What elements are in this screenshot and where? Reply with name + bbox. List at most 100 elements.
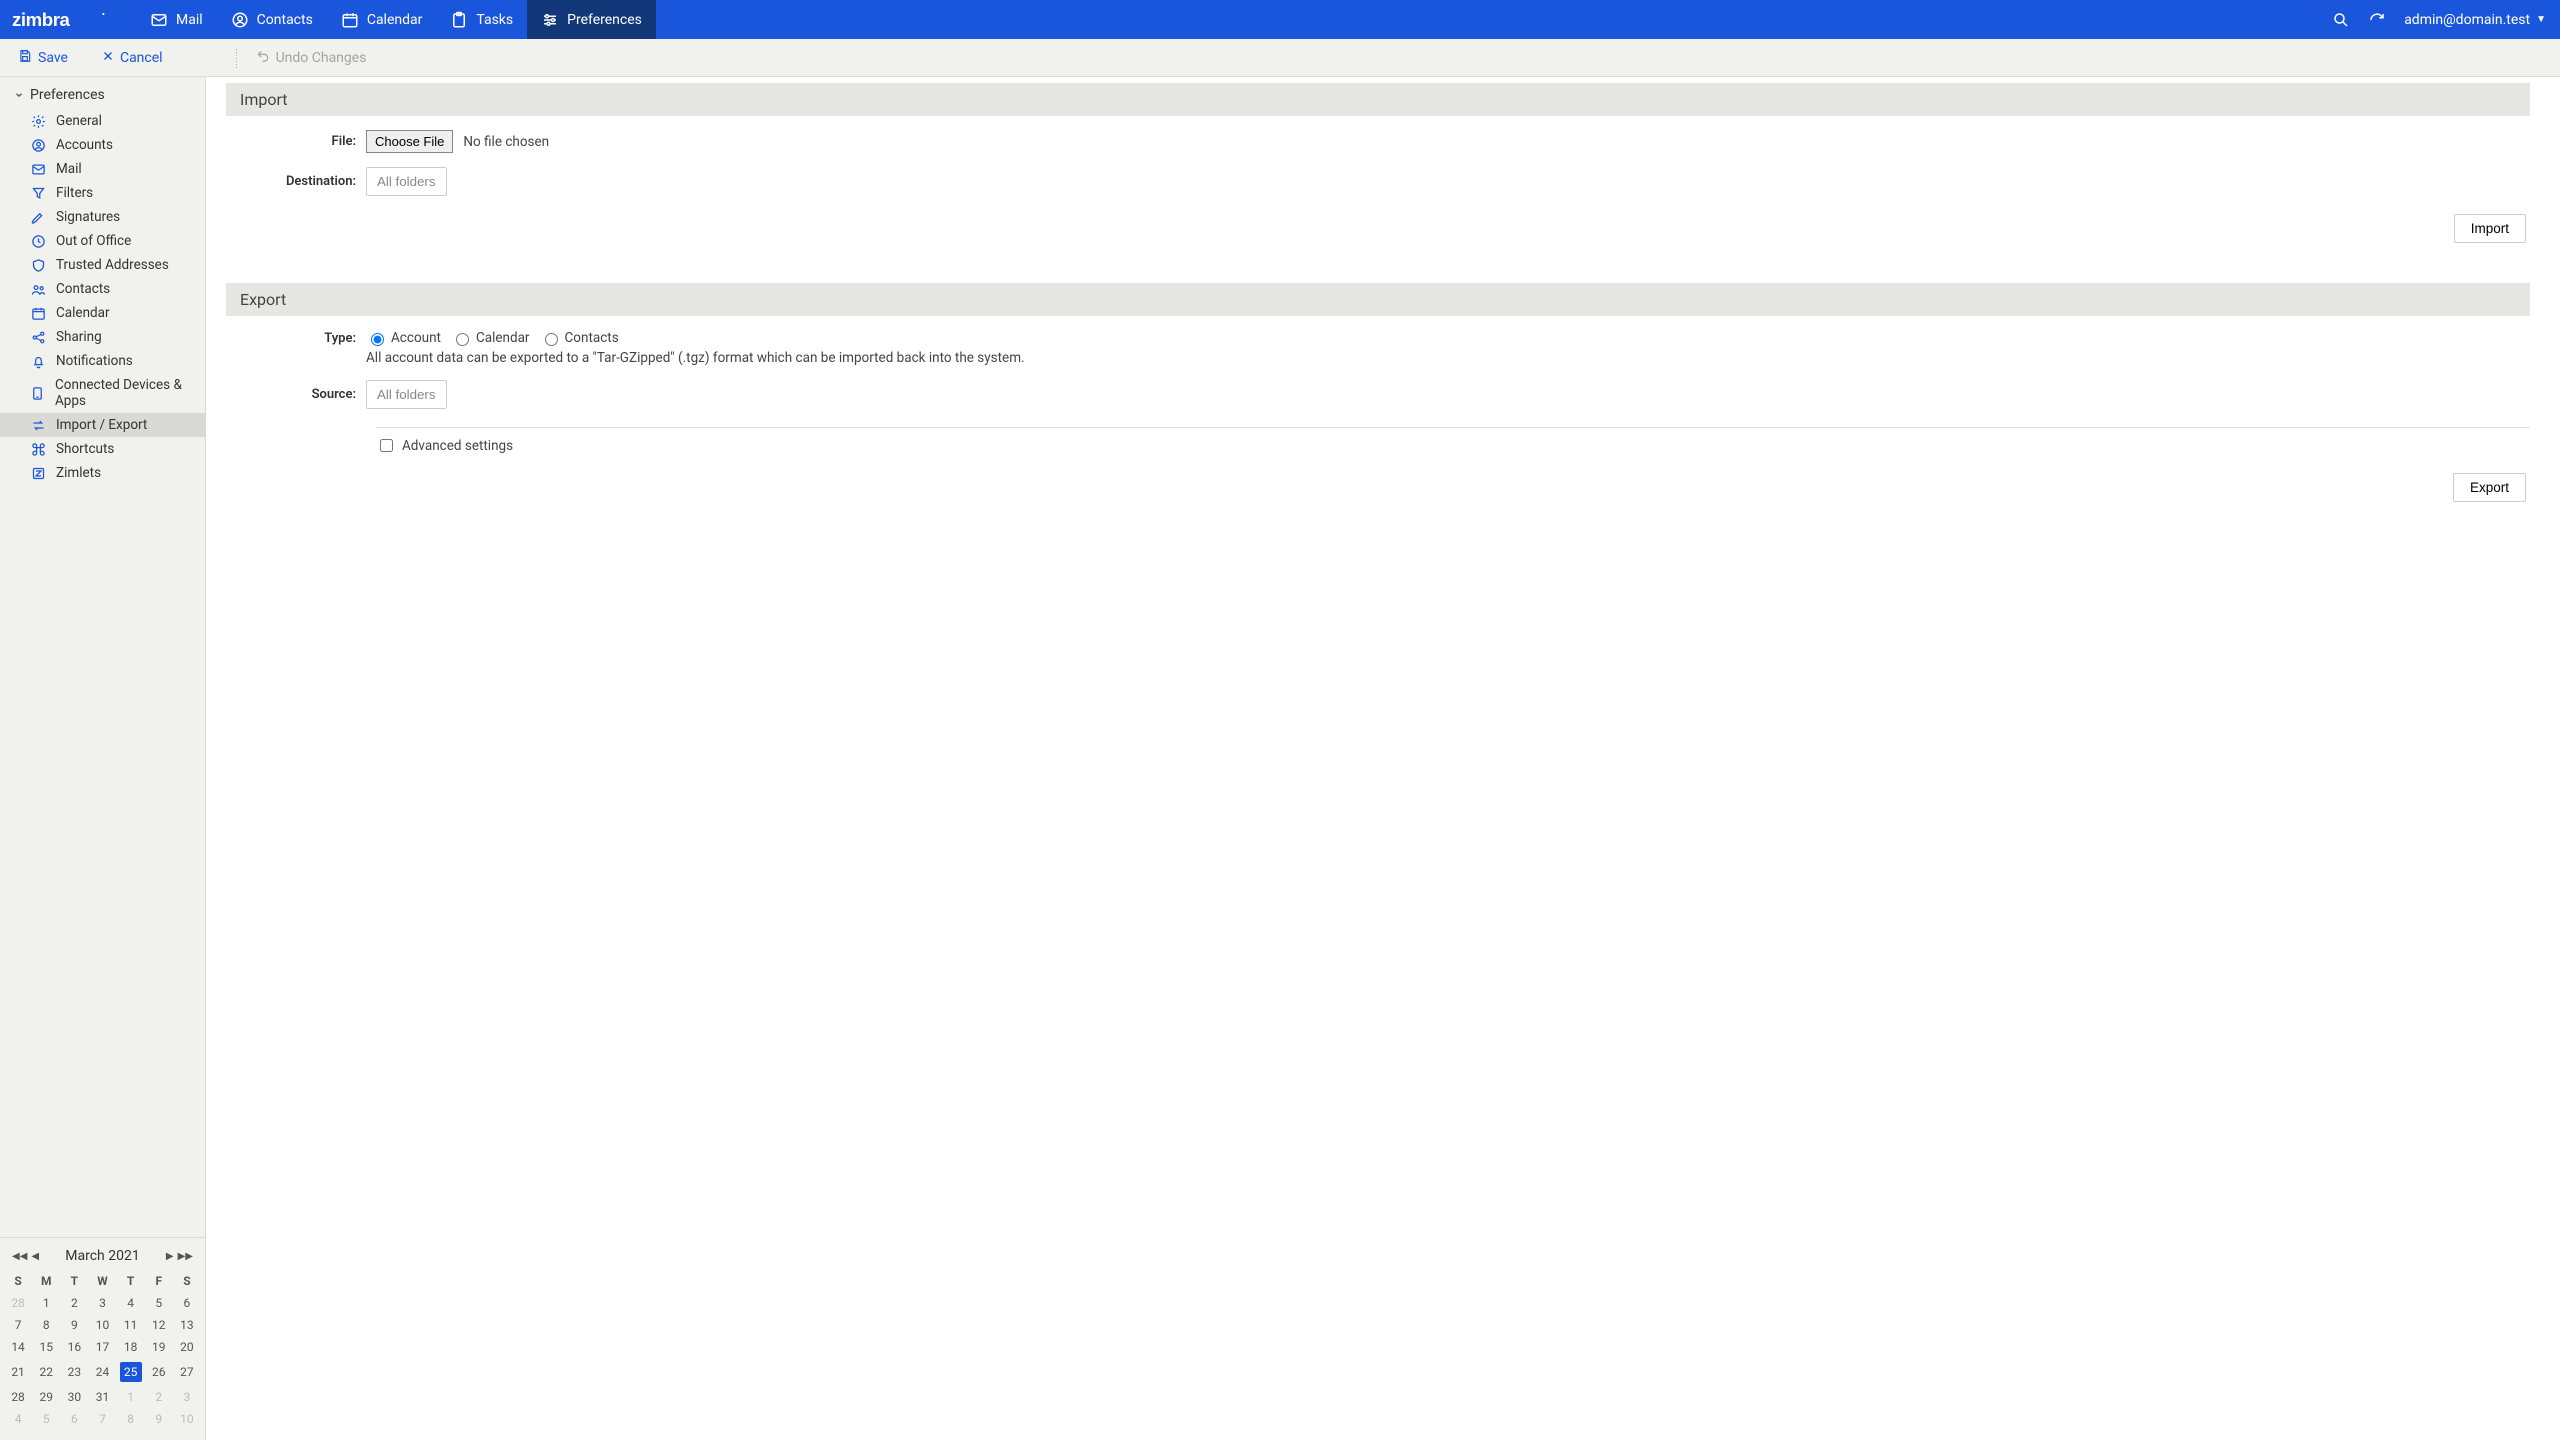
- minical-day[interactable]: 3: [88, 1292, 116, 1314]
- sidebar-item-accounts[interactable]: Accounts: [0, 133, 205, 157]
- topbar-tabs: Mail Contacts Calendar Tasks Preferences: [136, 0, 656, 39]
- minical-day[interactable]: 4: [117, 1292, 145, 1314]
- minical-day[interactable]: 7: [4, 1314, 32, 1336]
- minical-day[interactable]: 2: [145, 1386, 173, 1408]
- tab-tasks[interactable]: Tasks: [436, 0, 527, 39]
- user-menu[interactable]: admin@domain.test ▼: [2404, 12, 2546, 28]
- export-type-calendar[interactable]: Calendar: [451, 330, 530, 346]
- sidebar-item-notifications[interactable]: Notifications: [0, 349, 205, 373]
- minical-day[interactable]: 7: [88, 1408, 116, 1430]
- choose-file-button[interactable]: Choose File: [366, 130, 453, 153]
- sidebar-item-filters[interactable]: Filters: [0, 181, 205, 205]
- minical-day[interactable]: 31: [88, 1386, 116, 1408]
- export-source-button[interactable]: All folders: [366, 380, 447, 409]
- minical-day[interactable]: 13: [173, 1314, 201, 1336]
- minical-day[interactable]: 4: [4, 1408, 32, 1430]
- minical-day[interactable]: 20: [173, 1336, 201, 1358]
- export-button[interactable]: Export: [2453, 473, 2526, 502]
- minical-day[interactable]: 27: [173, 1358, 201, 1386]
- export-type-calendar-radio[interactable]: [456, 333, 469, 346]
- minical-day[interactable]: 28: [4, 1386, 32, 1408]
- export-type-contacts[interactable]: Contacts: [540, 330, 619, 346]
- export-type-label: Type:: [226, 331, 366, 346]
- tab-preferences[interactable]: Preferences: [527, 0, 656, 39]
- sidebar-item-label: Contacts: [56, 281, 110, 297]
- tab-mail-label: Mail: [176, 12, 203, 28]
- save-button[interactable]: Save: [10, 45, 76, 71]
- sidebar-item-mail[interactable]: Mail: [0, 157, 205, 181]
- advanced-settings-checkbox[interactable]: [380, 439, 393, 452]
- sidebar-item-trusted[interactable]: Trusted Addresses: [0, 253, 205, 277]
- minical-day[interactable]: 24: [88, 1358, 116, 1386]
- undo-button: Undo Changes: [248, 45, 375, 71]
- minical-title[interactable]: March 2021: [65, 1248, 139, 1264]
- tree-header-preferences[interactable]: Preferences: [0, 81, 205, 109]
- minical-day[interactable]: 25: [117, 1358, 145, 1386]
- minical-dow: W: [88, 1270, 116, 1292]
- minical-prev-year-icon[interactable]: ◀◀: [12, 1251, 27, 1262]
- sidebar-item-calendar[interactable]: Calendar: [0, 301, 205, 325]
- minical-day[interactable]: 26: [145, 1358, 173, 1386]
- export-type-contacts-radio[interactable]: [545, 333, 558, 346]
- sidebar-item-general[interactable]: General: [0, 109, 205, 133]
- import-button[interactable]: Import: [2454, 214, 2526, 243]
- minical-day[interactable]: 1: [117, 1386, 145, 1408]
- minical-day[interactable]: 6: [60, 1408, 88, 1430]
- minical-day[interactable]: 2: [60, 1292, 88, 1314]
- sidebar-item-outofoffice[interactable]: Out of Office: [0, 229, 205, 253]
- sidebar-item-importexport[interactable]: Import / Export: [0, 413, 205, 437]
- minical-day[interactable]: 19: [145, 1336, 173, 1358]
- minical-day[interactable]: 1: [32, 1292, 60, 1314]
- tab-mail[interactable]: Mail: [136, 0, 217, 39]
- minical-day[interactable]: 8: [117, 1408, 145, 1430]
- minical-day[interactable]: 18: [117, 1336, 145, 1358]
- sidebar-item-label: Connected Devices & Apps: [55, 377, 195, 409]
- minical-day[interactable]: 9: [60, 1314, 88, 1336]
- sidebar-item-signatures[interactable]: Signatures: [0, 205, 205, 229]
- minical-day[interactable]: 30: [60, 1386, 88, 1408]
- export-type-account[interactable]: Account: [366, 330, 441, 346]
- minical-day[interactable]: 29: [32, 1386, 60, 1408]
- export-type-account-radio[interactable]: [371, 333, 384, 346]
- search-icon[interactable]: [2332, 11, 2350, 29]
- sidebar-item-label: Import / Export: [56, 417, 147, 433]
- tab-contacts[interactable]: Contacts: [217, 0, 327, 39]
- contacts-icon: [231, 11, 249, 29]
- minical-day[interactable]: 17: [88, 1336, 116, 1358]
- refresh-icon[interactable]: [2368, 11, 2386, 29]
- brand-logo[interactable]: zimbra: [0, 9, 136, 31]
- sidebar-item-label: Notifications: [56, 353, 133, 369]
- minical-day[interactable]: 21: [4, 1358, 32, 1386]
- minical-day[interactable]: 12: [145, 1314, 173, 1336]
- minical-day[interactable]: 5: [145, 1292, 173, 1314]
- minical-day[interactable]: 6: [173, 1292, 201, 1314]
- minical-day[interactable]: 11: [117, 1314, 145, 1336]
- save-label: Save: [38, 50, 68, 66]
- sidebar-item-devices[interactable]: Connected Devices & Apps: [0, 373, 205, 413]
- cancel-button[interactable]: Cancel: [94, 46, 171, 70]
- sidebar-item-zimlets[interactable]: Zimlets: [0, 461, 205, 485]
- minical-day[interactable]: 3: [173, 1386, 201, 1408]
- minical-day[interactable]: 15: [32, 1336, 60, 1358]
- minical-day[interactable]: 14: [4, 1336, 32, 1358]
- content-area: Import File: Choose File No file chosen …: [206, 77, 2560, 1440]
- sidebar-item-sharing[interactable]: Sharing: [0, 325, 205, 349]
- sidebar-item-shortcuts[interactable]: Shortcuts: [0, 437, 205, 461]
- minical-day[interactable]: 23: [60, 1358, 88, 1386]
- sidebar-item-contacts[interactable]: Contacts: [0, 277, 205, 301]
- minical-next-month-icon[interactable]: ▶: [166, 1251, 174, 1262]
- minical-day[interactable]: 22: [32, 1358, 60, 1386]
- sidebar-item-label: General: [56, 113, 102, 129]
- minical-day[interactable]: 10: [173, 1408, 201, 1430]
- minical-prev-month-icon[interactable]: ◀: [31, 1251, 39, 1262]
- minical-next-year-icon[interactable]: ▶▶: [178, 1251, 193, 1262]
- minical-day[interactable]: 16: [60, 1336, 88, 1358]
- minical-day[interactable]: 10: [88, 1314, 116, 1336]
- funnel-icon: [30, 185, 46, 201]
- minical-day[interactable]: 9: [145, 1408, 173, 1430]
- minical-day[interactable]: 28: [4, 1292, 32, 1314]
- import-destination-button[interactable]: All folders: [366, 167, 447, 196]
- tab-calendar[interactable]: Calendar: [327, 0, 437, 39]
- minical-day[interactable]: 8: [32, 1314, 60, 1336]
- minical-day[interactable]: 5: [32, 1408, 60, 1430]
